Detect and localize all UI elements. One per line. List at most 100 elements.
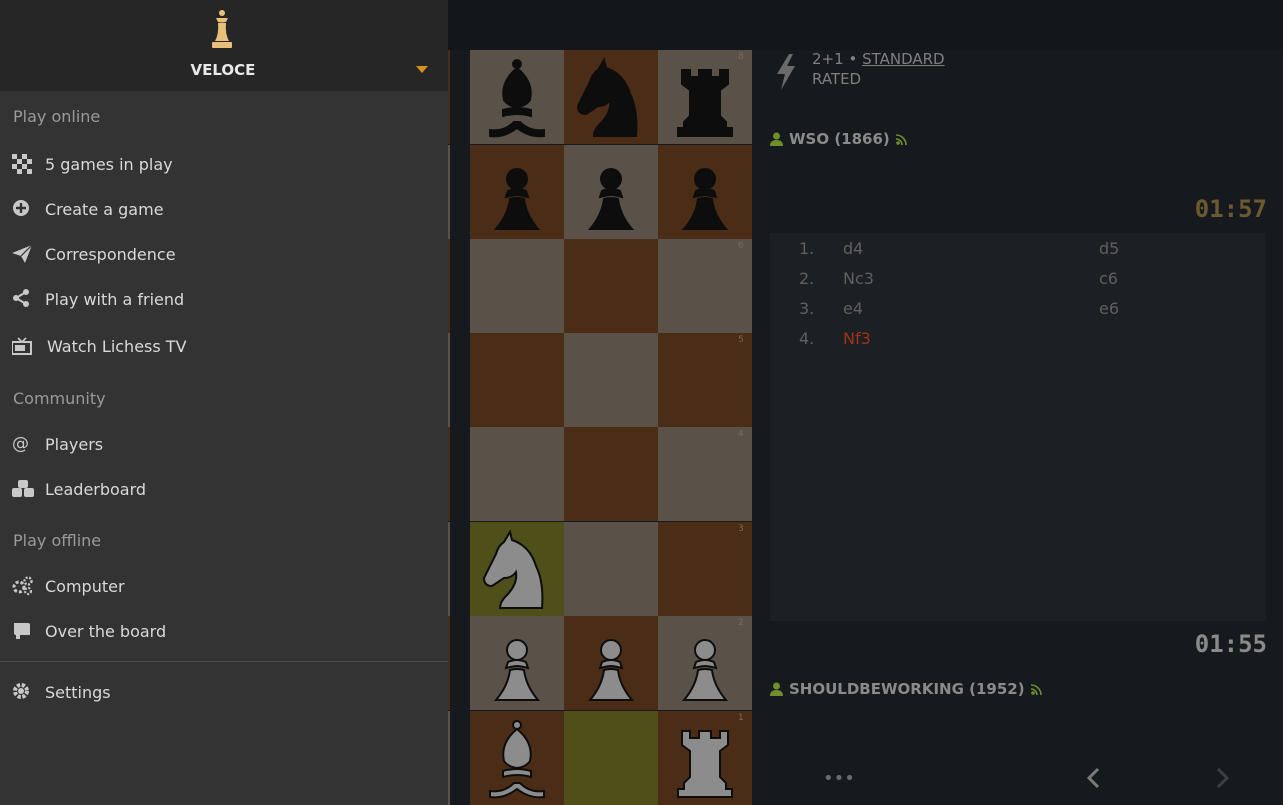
white-move[interactable]: d4 — [843, 239, 863, 258]
section-title-play-offline: Play offline — [13, 531, 102, 550]
white-knight-piece[interactable] — [470, 522, 564, 616]
time-control: 2+1 • STANDARD — [812, 50, 945, 68]
board-square[interactable] — [470, 427, 564, 521]
menu-item-label: Players — [45, 434, 104, 454]
menu-item-players[interactable]: @ Players — [0, 426, 448, 462]
menu-item-label: Leaderboard — [45, 479, 147, 499]
white-pawn-piece[interactable] — [658, 616, 752, 710]
gears-icon — [12, 576, 33, 596]
menu-header: VELOCE — [0, 0, 448, 91]
board-icon — [14, 623, 30, 639]
menu-item-watch-tv[interactable]: Watch Lichess TV — [0, 328, 448, 364]
black-pawn-piece[interactable] — [470, 145, 564, 239]
black-rook-piece[interactable] — [658, 50, 752, 144]
menu-item-label: Correspondence — [45, 244, 176, 264]
more-options-button[interactable]: ••• — [823, 768, 855, 789]
board-square[interactable] — [658, 333, 752, 427]
board-square[interactable] — [564, 239, 658, 333]
menu-item-leaderboard[interactable]: Leaderboard — [0, 471, 448, 507]
board-square[interactable] — [658, 427, 752, 521]
menu-item-label: Play with a friend — [45, 289, 185, 309]
menu-item-label: Over the board — [45, 621, 167, 641]
move-row: 1. d4 d5 — [770, 233, 1266, 263]
black-move[interactable]: c6 — [1099, 269, 1118, 288]
tv-icon — [12, 337, 32, 355]
separator: • — [848, 50, 858, 68]
white-move[interactable]: e4 — [843, 299, 863, 318]
menu-item-settings[interactable]: Settings — [0, 674, 448, 710]
black-knight-piece[interactable] — [564, 50, 658, 144]
checkerboard-icon — [12, 154, 32, 174]
menu-item-over-the-board[interactable]: Over the board — [0, 613, 448, 649]
bottom-player-name: SHOULDBEWORKING (1952) — [789, 680, 1025, 698]
move-row: 4. Nf3 — [770, 323, 1266, 353]
black-move[interactable]: d5 — [1099, 239, 1119, 258]
board-square[interactable] — [470, 333, 564, 427]
rank-coordinate: 5 — [738, 335, 744, 345]
svg-text:@: @ — [12, 434, 29, 454]
share-icon — [13, 289, 29, 307]
board-square[interactable] — [658, 239, 752, 333]
board-square[interactable] — [564, 522, 658, 616]
white-bishop-piece[interactable] — [470, 711, 564, 805]
menu-item-correspondence[interactable]: Correspondence — [0, 236, 448, 272]
white-pawn-piece[interactable] — [470, 616, 564, 710]
white-move[interactable]: Nc3 — [843, 269, 874, 288]
menu-item-create-game[interactable]: Create a game — [0, 191, 448, 227]
black-pawn-piece[interactable] — [564, 145, 658, 239]
black-pawn-piece[interactable] — [658, 145, 752, 239]
chevron-right-icon[interactable] — [1210, 766, 1234, 790]
move-row: 3. e4 e6 — [770, 293, 1266, 323]
paper-plane-icon — [12, 244, 32, 263]
board-square[interactable] — [564, 333, 658, 427]
time-control-value: 2+1 — [812, 50, 844, 68]
top-player[interactable]: WSO (1866) — [770, 130, 908, 148]
top-clock: 01:57 — [1194, 195, 1267, 223]
menu-divider — [0, 661, 448, 662]
menu-item-label: Watch Lichess TV — [47, 336, 187, 356]
chevron-left-icon[interactable] — [1082, 766, 1106, 790]
signal-icon — [1030, 684, 1042, 695]
board-square[interactable] — [564, 711, 658, 805]
signal-icon — [895, 134, 907, 145]
bottom-player[interactable]: SHOULDBEWORKING (1952) — [770, 680, 1043, 698]
user-online-icon — [770, 682, 783, 696]
plus-circle-icon — [13, 200, 29, 216]
menu-item-games-in-play[interactable]: 5 games in play — [0, 146, 448, 182]
username[interactable]: VELOCE — [0, 61, 446, 79]
black-move[interactable]: e6 — [1099, 299, 1119, 318]
white-move[interactable]: Nf3 — [843, 329, 871, 348]
move-number: 3. — [799, 299, 815, 318]
board-square[interactable] — [564, 427, 658, 521]
gear-icon — [13, 683, 29, 699]
rank-coordinate: 4 — [738, 429, 744, 439]
board-square[interactable] — [658, 522, 752, 616]
move-number: 1. — [799, 239, 815, 258]
side-menu: VELOCE Play online 5 games in play Creat… — [0, 0, 448, 805]
menu-item-label: 5 games in play — [45, 154, 173, 174]
black-bishop-piece[interactable] — [470, 50, 564, 144]
move-list[interactable]: 1. d4 d5 2. Nc3 c6 3. e4 e6 4. Nf3 — [770, 233, 1266, 621]
menu-item-play-with-friend[interactable]: Play with a friend — [0, 281, 448, 317]
menu-item-computer[interactable]: Computer — [0, 568, 448, 604]
bottom-clock: 01:55 — [1194, 630, 1267, 658]
section-title-community: Community — [13, 389, 106, 408]
at-icon: @ — [12, 434, 29, 454]
move-number: 2. — [799, 269, 815, 288]
menu-item-label: Computer — [45, 576, 125, 596]
caret-down-icon[interactable] — [416, 66, 428, 73]
move-number: 4. — [799, 329, 815, 348]
menu-item-label: Create a game — [45, 199, 164, 219]
game-controls: ••• — [770, 760, 1266, 800]
white-pawn-piece[interactable] — [564, 616, 658, 710]
move-row: 2. Nc3 c6 — [770, 263, 1266, 293]
user-online-icon — [770, 132, 783, 146]
rank-coordinate: 6 — [738, 241, 744, 251]
board-square[interactable] — [470, 239, 564, 333]
rated-label: RATED — [812, 70, 862, 88]
variant-link[interactable]: STANDARD — [862, 50, 945, 68]
top-player-name: WSO (1866) — [789, 130, 890, 148]
pawn-logo-icon — [212, 10, 232, 48]
section-title-play-online: Play online — [13, 107, 101, 126]
white-rook-piece[interactable] — [658, 711, 752, 805]
